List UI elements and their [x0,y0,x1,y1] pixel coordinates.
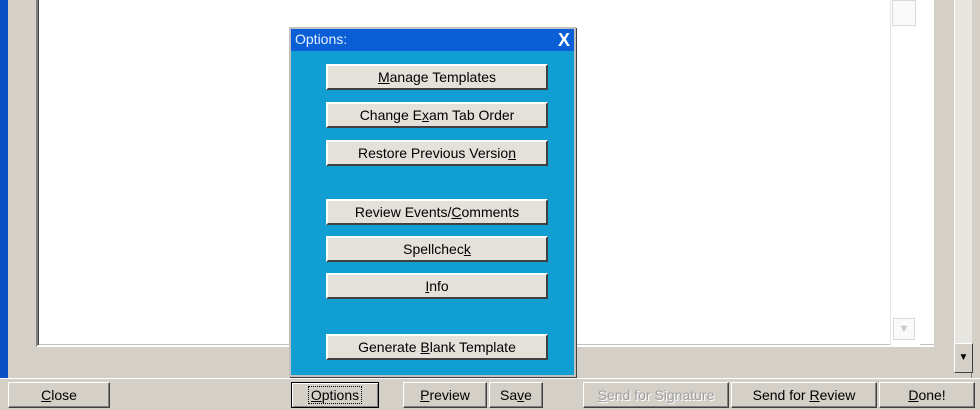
document-scroll-thumb[interactable] [892,0,916,26]
manage-templates-button[interactable]: Manage Templates [326,64,548,90]
preview-button[interactable]: Preview [403,382,487,408]
restore-previous-version-button[interactable]: Restore Previous Version [326,140,548,166]
send-for-review-button[interactable]: Send for Review [731,382,877,408]
window-left-edge [0,0,8,378]
document-scroll-down-button[interactable]: ▼ [893,318,915,340]
review-events-comments-button[interactable]: Review Events/Comments [326,199,548,225]
options-button[interactable]: Options [291,382,379,408]
scroll-down-icon: ▼ [958,352,969,363]
save-button[interactable]: Save [489,382,543,408]
close-button[interactable]: Close [8,382,110,408]
change-exam-tab-order-button[interactable]: Change Exam Tab Order [326,102,548,128]
close-icon[interactable]: X [558,29,570,51]
focus-ring: Options [307,386,363,404]
document-scrollbar[interactable] [890,0,920,345]
spellcheck-button[interactable]: Spellcheck [326,236,548,262]
options-dialog-titlebar[interactable]: Options: X [291,29,574,51]
outer-scrollbar[interactable] [954,0,972,373]
outer-scroll-down-button[interactable]: ▼ [954,343,973,373]
done-button[interactable]: Done! [879,382,975,408]
dialog-title: Options: [295,31,348,47]
generate-blank-template-button[interactable]: Generate Blank Template [326,334,548,360]
send-for-signature-button[interactable]: Send for Signature [583,382,729,408]
info-button[interactable]: Info [326,273,548,299]
scroll-down-icon: ▼ [898,323,910,335]
